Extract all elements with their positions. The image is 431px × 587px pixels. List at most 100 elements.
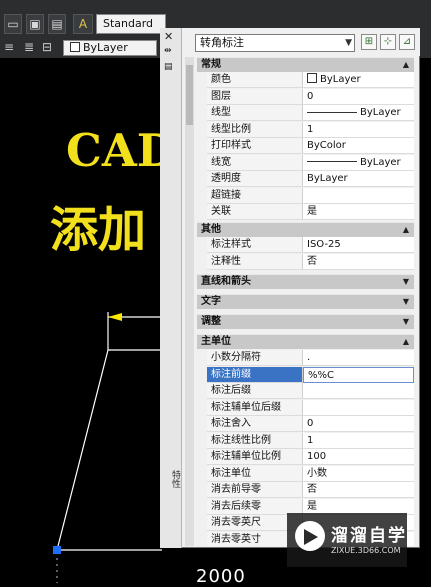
chevron-down-icon: ▼ xyxy=(345,38,352,48)
property-value[interactable]: 0 xyxy=(303,88,414,105)
collapse-icon: ▲ xyxy=(402,337,409,346)
property-value[interactable]: 否 xyxy=(303,253,414,270)
property-name: 超链接 xyxy=(207,187,303,204)
property-name: 注释性 xyxy=(207,253,303,270)
color-swatch xyxy=(70,42,80,52)
property-row-lineweight[interactable]: 线宽 ByLayer xyxy=(197,154,414,172)
property-value[interactable] xyxy=(303,399,414,416)
property-value[interactable]: 0 xyxy=(303,416,414,432)
property-row-linear-scale[interactable]: 标注线性比例 1 xyxy=(197,432,414,450)
property-row-sub-unit-scale[interactable]: 标注辅单位比例 100 xyxy=(197,449,414,466)
property-value[interactable]: ByLayer xyxy=(303,72,414,88)
close-icon[interactable]: ✕ xyxy=(164,30,173,43)
property-name: 颜色 xyxy=(207,72,303,88)
expand-icon: ▼ xyxy=(402,317,409,326)
color-swatch xyxy=(307,73,317,83)
property-value[interactable]: ByLayer xyxy=(303,105,414,121)
property-name: 标注前缀 xyxy=(207,366,303,383)
property-value[interactable]: ISO-25 xyxy=(303,237,414,253)
expand-icon: ▼ xyxy=(402,297,409,306)
palette-side-label: 特性 xyxy=(170,470,180,488)
property-value[interactable]: ByColor xyxy=(303,138,414,154)
grip-point[interactable] xyxy=(53,546,61,554)
layer-match-icon[interactable]: ⊟ xyxy=(40,40,54,54)
property-name: 标注舍入 xyxy=(207,416,303,432)
collapse-icon: ▲ xyxy=(402,60,409,69)
property-value[interactable]: 是 xyxy=(303,204,414,220)
property-row-suppress-leading-zeros[interactable]: 消去前导零 否 xyxy=(197,482,414,499)
section-misc[interactable]: 其他 ▲ xyxy=(197,222,414,237)
property-name: 透明度 xyxy=(207,171,303,187)
section-text[interactable]: 文字 ▼ xyxy=(197,294,414,309)
quick-select-icon[interactable]: ⊿ xyxy=(399,34,415,50)
layer-icon[interactable]: ≡ xyxy=(2,40,16,54)
property-name: 线型比例 xyxy=(207,121,303,138)
text-style-icon[interactable]: A xyxy=(73,14,93,34)
layer-combo[interactable]: ByLayer xyxy=(63,40,157,56)
property-value-text: ByLayer xyxy=(360,107,401,118)
property-name: 标注样式 xyxy=(207,237,303,253)
property-value[interactable]: 小数 xyxy=(303,465,414,482)
toolbar-icon-2[interactable]: ▣ xyxy=(26,14,44,34)
property-row-associative[interactable]: 关联 是 xyxy=(197,204,414,221)
section-fit[interactable]: 调整 ▼ xyxy=(197,314,414,329)
toolbar-icon-1[interactable]: ▭ xyxy=(4,14,22,34)
auto-hide-icon[interactable]: ⇹ xyxy=(164,46,172,56)
property-row-transparency[interactable]: 透明度 ByLayer xyxy=(197,171,414,188)
expand-icon: ▼ xyxy=(402,277,409,286)
property-row-hyperlink[interactable]: 超链接 xyxy=(197,187,414,205)
properties-menu-icon[interactable]: ▤ xyxy=(164,62,173,72)
dim-prefix-input[interactable]: %%C xyxy=(303,366,414,383)
property-value[interactable]: 否 xyxy=(303,482,414,498)
property-value[interactable]: 100 xyxy=(303,449,414,465)
property-value[interactable]: . xyxy=(303,350,414,366)
select-objects-icon[interactable]: ⊹ xyxy=(380,34,396,50)
property-value-text: ByLayer xyxy=(360,156,401,168)
watermark-brand: 溜溜自学 xyxy=(331,526,407,546)
scroll-thumb[interactable] xyxy=(186,65,193,125)
property-value[interactable] xyxy=(303,187,414,204)
section-general[interactable]: 常规 ▲ xyxy=(197,57,414,72)
property-name: 标注辅单位后缀 xyxy=(207,399,303,416)
toggle-pickadd-icon[interactable]: ⊞ xyxy=(361,34,377,50)
property-name: 线宽 xyxy=(207,154,303,171)
watermark-site: ZIXUE.3D66.COM xyxy=(331,546,401,555)
lineweight-preview xyxy=(307,161,357,162)
property-value[interactable]: 1 xyxy=(303,432,414,449)
section-primary-units-label: 主单位 xyxy=(201,336,231,347)
section-fit-label: 调整 xyxy=(201,316,221,327)
palette-scrollbar[interactable] xyxy=(185,57,194,546)
property-row-dim-units[interactable]: 标注单位 小数 xyxy=(197,465,414,483)
property-row-dim-prefix[interactable]: 标注前缀 %%C xyxy=(197,366,414,384)
play-triangle-icon xyxy=(304,529,318,545)
property-row-layer[interactable]: 图层 0 xyxy=(197,88,414,106)
section-primary-units[interactable]: 主单位 ▲ xyxy=(197,334,414,349)
property-row-dim-roundoff[interactable]: 标注舍入 0 xyxy=(197,416,414,433)
property-row-sub-unit-suffix[interactable]: 标注辅单位后缀 xyxy=(197,399,414,417)
property-row-dim-style[interactable]: 标注样式 ISO-25 xyxy=(197,237,414,254)
property-row-color[interactable]: 颜色 ByLayer xyxy=(197,72,414,89)
property-row-plot-style[interactable]: 打印样式 ByColor xyxy=(197,138,414,155)
property-value[interactable]: 1 xyxy=(303,121,414,138)
property-grid: 常规 ▲ 颜色 ByLayer 图层 0 线型 ByLayer 线型比例 1 打印… xyxy=(197,57,414,546)
section-lines-arrows[interactable]: 直线和箭头 ▼ xyxy=(197,274,414,289)
property-value[interactable]: ByLayer xyxy=(303,154,414,171)
dim-arrow-left xyxy=(108,313,122,321)
watermark: 溜溜自学 ZIXUE.3D66.COM xyxy=(287,513,407,567)
section-general-label: 常规 xyxy=(201,59,221,70)
object-type-select[interactable]: 转角标注 ▼ xyxy=(195,34,355,52)
dimension-value-text: 2000 xyxy=(196,566,246,587)
layer-state-icon[interactable]: ≣ xyxy=(22,40,36,54)
text-style-combo[interactable]: Standard xyxy=(96,14,166,34)
property-row-dim-suffix[interactable]: 标注后缀 xyxy=(197,383,414,400)
property-value[interactable]: ByLayer xyxy=(303,171,414,187)
property-row-linetype[interactable]: 线型 ByLayer xyxy=(197,105,414,122)
collapse-icon: ▲ xyxy=(402,225,409,234)
property-row-decimal-separator[interactable]: 小数分隔符 . xyxy=(197,350,414,367)
property-name: 打印样式 xyxy=(207,138,303,154)
property-row-annotative[interactable]: 注释性 否 xyxy=(197,253,414,271)
property-row-linetype-scale[interactable]: 线型比例 1 xyxy=(197,121,414,139)
property-value[interactable] xyxy=(303,383,414,399)
toolbar-icon-3[interactable]: ▤ xyxy=(48,14,66,34)
linetype-preview xyxy=(307,111,357,113)
